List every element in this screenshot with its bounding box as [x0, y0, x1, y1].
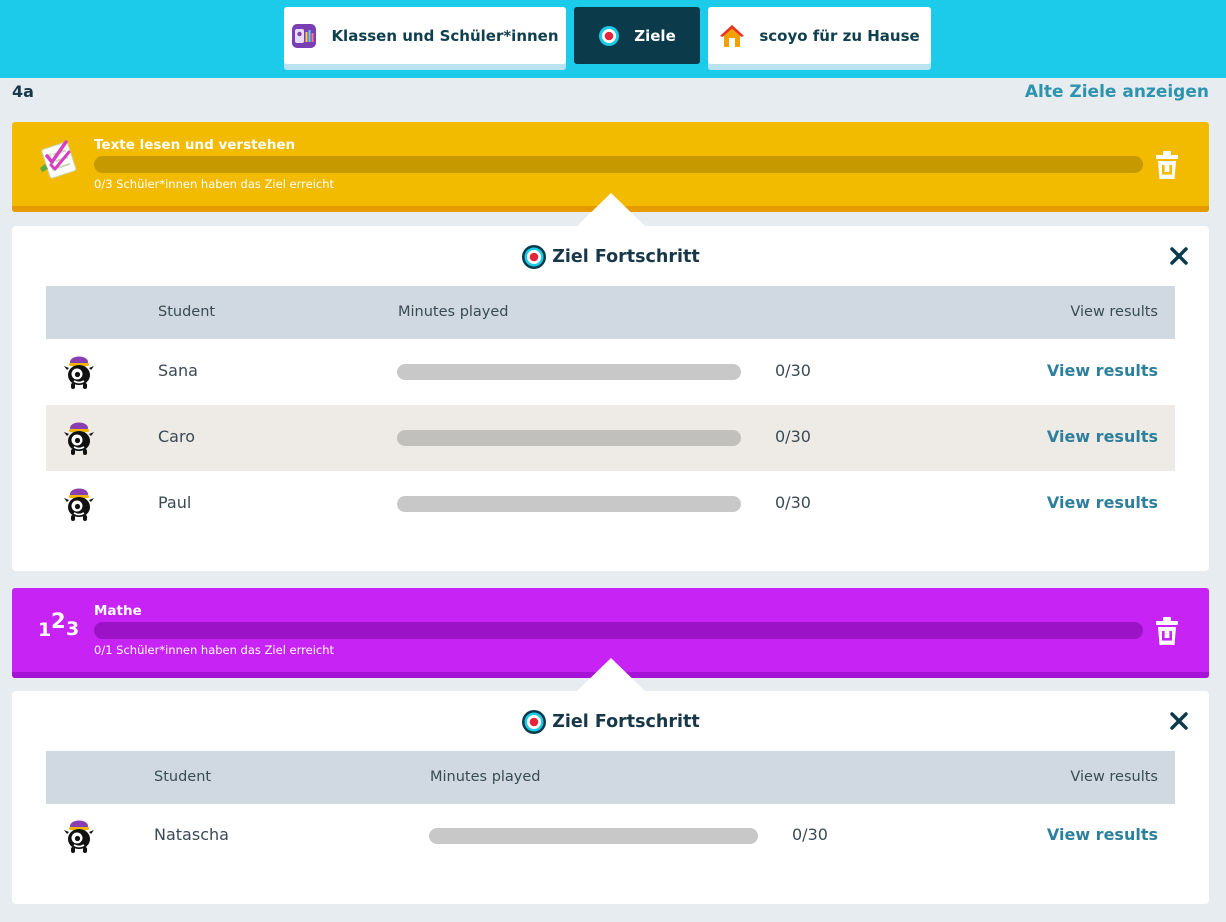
class-name: 4a [12, 82, 34, 101]
tab-classes-students[interactable]: Klassen und Schüler*innen [284, 7, 566, 64]
close-panel-button[interactable] [1169, 246, 1189, 266]
close-icon [1170, 247, 1188, 265]
tab-label: scoyo für zu Hause [759, 26, 920, 45]
column-header-student: Student [158, 304, 216, 320]
reading-checklist-icon [36, 136, 82, 182]
column-header-student: Student [154, 769, 212, 785]
column-header-results: View results [1070, 769, 1158, 785]
goal-title: Mathe [94, 603, 142, 619]
column-header-minutes: Minutes played [398, 304, 509, 320]
view-results-link[interactable]: View results [1047, 825, 1158, 844]
svg-text:2: 2 [51, 609, 66, 633]
table-row: Caro 0/30 View results [46, 405, 1175, 471]
table-header: Student Minutes played View results [46, 286, 1175, 339]
goal-progress-bar [94, 156, 1143, 173]
svg-text:3: 3 [66, 618, 79, 640]
tab-goals[interactable]: Ziele [574, 7, 700, 64]
minutes-progress-bar [397, 430, 741, 446]
target-icon [521, 709, 547, 735]
close-panel-button[interactable] [1169, 711, 1189, 731]
view-results-link[interactable]: View results [1047, 493, 1158, 512]
trash-icon [1156, 151, 1178, 179]
trash-icon [1156, 617, 1178, 645]
view-results-link[interactable]: View results [1047, 361, 1158, 380]
minutes-progress-bar [397, 364, 741, 380]
tab-label: Klassen und Schüler*innen [331, 26, 559, 45]
student-name: Sana [158, 361, 198, 380]
table-row: Natascha 0/30 View results [46, 803, 1175, 869]
minutes-progress-bar [397, 496, 741, 512]
column-header-results: View results [1070, 304, 1158, 320]
svg-text:1: 1 [38, 619, 51, 641]
show-old-goals-link[interactable]: Alte Ziele anzeigen [1025, 82, 1209, 102]
top-navigation: Klassen und Schüler*innen Ziele scoyo fü… [0, 0, 1226, 78]
minutes-value: 0/30 [775, 361, 811, 380]
target-icon [521, 244, 547, 270]
student-avatar-icon [62, 354, 96, 390]
panel-pointer [577, 658, 645, 691]
goal-status: 0/1 Schüler*innen haben das Ziel erreich… [94, 643, 335, 657]
goal-progress-panel-math: Ziel Fortschritt Student Minutes played … [12, 691, 1209, 904]
minutes-value: 0/30 [792, 825, 828, 844]
panel-title-text: Ziel Fortschritt [552, 247, 700, 267]
table-row: Paul 0/30 View results [46, 471, 1175, 537]
student-avatar-icon [62, 486, 96, 522]
student-avatar-icon [62, 420, 96, 456]
panel-title-text: Ziel Fortschritt [552, 712, 700, 732]
class-students-icon [291, 23, 317, 49]
panel-title: Ziel Fortschritt [12, 709, 1209, 735]
student-name: Caro [158, 427, 195, 446]
minutes-progress-bar [429, 828, 758, 844]
student-name: Paul [158, 493, 192, 512]
student-avatar-icon [62, 818, 96, 854]
goal-title: Texte lesen und verstehen [94, 137, 296, 153]
delete-goal-button[interactable] [1155, 150, 1179, 180]
tab-home[interactable]: scoyo für zu Hause [708, 7, 931, 64]
minutes-value: 0/30 [775, 427, 811, 446]
minutes-value: 0/30 [775, 493, 811, 512]
home-icon [719, 23, 745, 49]
student-name: Natascha [154, 825, 229, 844]
table-header: Student Minutes played View results [46, 751, 1175, 804]
table-row: Sana 0/30 View results [46, 339, 1175, 405]
goal-progress-bar [94, 622, 1143, 639]
tab-label: Ziele [634, 26, 676, 45]
panel-pointer [577, 193, 645, 226]
close-icon [1170, 712, 1188, 730]
numbers-123-icon: 1 2 3 [36, 602, 82, 648]
goal-progress-panel-reading: Ziel Fortschritt Student Minutes played … [12, 226, 1209, 571]
goal-status: 0/3 Schüler*innen haben das Ziel erreich… [94, 177, 335, 191]
target-icon [598, 25, 620, 47]
delete-goal-button[interactable] [1155, 616, 1179, 646]
column-header-minutes: Minutes played [430, 769, 541, 785]
panel-title: Ziel Fortschritt [12, 244, 1209, 270]
view-results-link[interactable]: View results [1047, 427, 1158, 446]
